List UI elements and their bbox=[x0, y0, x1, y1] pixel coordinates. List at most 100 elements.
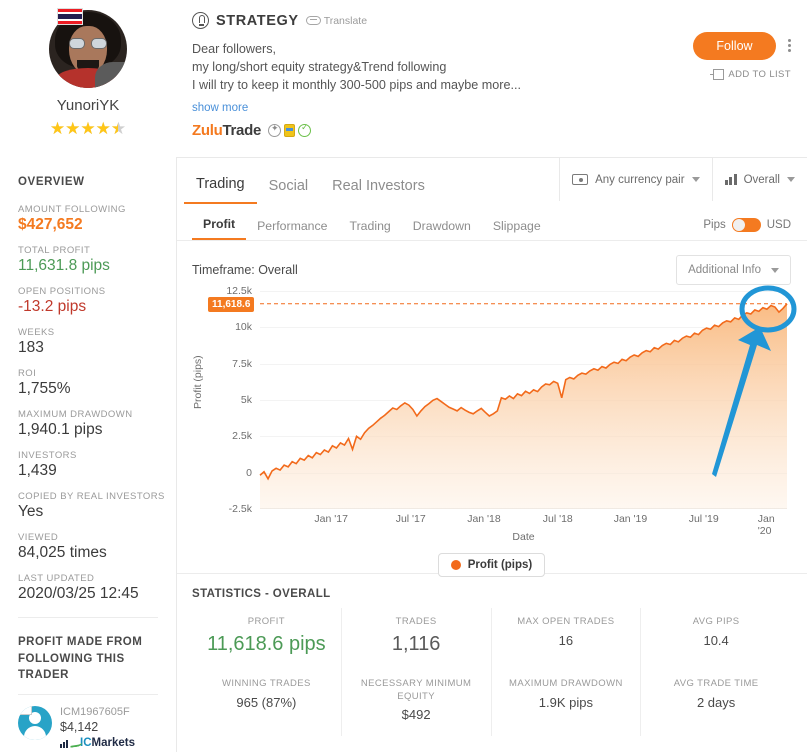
investor-row[interactable]: ICM1967605F $4,142 ICMarkets bbox=[18, 706, 176, 749]
pips-usd-toggle[interactable]: Pips USD bbox=[703, 218, 791, 232]
subtab-profit[interactable]: Profit bbox=[192, 217, 247, 240]
stat-cell-max-open-trades: MAX OPEN TRADES 16 bbox=[492, 608, 642, 670]
stat-cell-winning-trades: WINNING TRADES 965 (87%) bbox=[192, 669, 342, 737]
show-more-link[interactable]: show more bbox=[192, 102, 807, 114]
stat-cell-value: 11,618.6 pips bbox=[207, 632, 326, 655]
badge-group bbox=[268, 122, 311, 137]
chart-peak-badge: 11,618.6 bbox=[208, 296, 255, 312]
chevron-down-icon bbox=[771, 267, 779, 273]
stat-label: VIEWED bbox=[18, 532, 59, 543]
stat-maximum-drawdown: MAXIMUM DRAWDOWN 1,940.1 pips bbox=[18, 409, 176, 439]
subtab-slippage[interactable]: Slippage bbox=[482, 219, 552, 240]
tab-social[interactable]: Social bbox=[257, 178, 321, 204]
stat-label: TOTAL PROFIT bbox=[18, 245, 91, 256]
sidebar-divider bbox=[18, 617, 158, 618]
stat-cell-avg-trade-time: AVG TRADE TIME 2 days bbox=[641, 670, 791, 737]
currency-pair-label: Any currency pair bbox=[595, 173, 685, 186]
stat-label: LAST UPDATED bbox=[18, 573, 95, 584]
chart-y-tick: 2.5k bbox=[232, 430, 252, 443]
stat-cell-key: NECESSARY MINIMUM EQUITY bbox=[360, 677, 472, 702]
stat-cell-value: 10.4 bbox=[703, 632, 729, 648]
more-options-icon[interactable] bbox=[788, 37, 791, 54]
add-to-list-button[interactable]: ADD TO LIST bbox=[693, 69, 791, 80]
star-rating-fill: ★★★★★ bbox=[49, 120, 119, 137]
chart-x-tick: Jul '17 bbox=[395, 513, 426, 525]
translate-icon bbox=[305, 16, 321, 25]
column-divider bbox=[176, 158, 177, 752]
stat-cell-value: 965 (87%) bbox=[236, 694, 297, 710]
add-to-list-icon bbox=[710, 69, 725, 80]
stat-roi: ROI 1,755% bbox=[18, 368, 176, 398]
profit-chart: Profit (pips) -2.5k 0 2.5k 5k 7.5k 10k 12.5k 1… bbox=[192, 285, 791, 577]
stat-cell-key: MAX OPEN TRADES bbox=[517, 616, 615, 627]
chart-x-tick: Jan '19 bbox=[613, 513, 648, 525]
investor-info: ICM1967605F $4,142 ICMarkets bbox=[60, 706, 135, 749]
usd-label: USD bbox=[766, 219, 791, 231]
statistics-grid: PROFIT 11,618.6 pips TRADES 1,116 MAX OP… bbox=[192, 608, 791, 737]
sub-tabs: Profit Performance Trading Drawdown Slip… bbox=[176, 204, 807, 241]
zulutrade-brand-row: ZuluTrade bbox=[192, 122, 807, 139]
page-root: YunoriYK ★★★★★ ★★★★★ OVERVIEW AMOUNT FOL… bbox=[0, 0, 807, 752]
stat-value: Yes bbox=[18, 503, 44, 520]
stat-label: AMOUNT FOLLOWING bbox=[18, 204, 126, 215]
stat-value: 84,025 times bbox=[18, 544, 107, 561]
chart-x-tick: Jan '17 bbox=[314, 513, 348, 525]
stat-total-profit: TOTAL PROFIT 11,631.8 pips bbox=[18, 245, 176, 275]
legend-item-profit[interactable]: Profit (pips) bbox=[437, 553, 546, 577]
stat-cell-value: 16 bbox=[558, 632, 574, 648]
star-rating: ★★★★★ ★★★★★ bbox=[50, 120, 126, 137]
pips-label: Pips bbox=[703, 219, 726, 231]
chart-y-tick: 12.5k bbox=[226, 285, 252, 297]
stat-label: ROI bbox=[18, 368, 37, 379]
chart-series-profit bbox=[260, 291, 787, 509]
stat-cell-trades: TRADES 1,116 bbox=[342, 608, 492, 670]
chart-toolbar: Timeframe: Overall Additional Info bbox=[192, 255, 791, 285]
translate-button[interactable]: Translate bbox=[305, 15, 367, 27]
overview-title: OVERVIEW bbox=[18, 176, 85, 188]
follow-button[interactable]: Follow bbox=[693, 32, 776, 60]
stat-label: COPIED BY REAL INVESTORS bbox=[18, 491, 165, 502]
period-select[interactable]: Overall bbox=[713, 158, 807, 201]
stat-value: 1,439 bbox=[18, 462, 57, 479]
medal-badge-icon bbox=[284, 123, 295, 137]
timeframe-label: Timeframe: Overall bbox=[192, 263, 298, 277]
stat-label: WEEKS bbox=[18, 327, 55, 338]
chart-y-tick: 5k bbox=[240, 394, 252, 406]
chart-y-tick: -2.5k bbox=[228, 503, 252, 515]
filter-selectors: Any currency pair Overall bbox=[559, 158, 807, 201]
additional-info-label: Additional Info bbox=[688, 264, 761, 276]
chevron-down-icon bbox=[691, 177, 700, 182]
chart-x-tick: Jul '19 bbox=[688, 513, 719, 525]
tab-trading[interactable]: Trading bbox=[184, 176, 257, 204]
stat-cell-value: 1.9K pips bbox=[538, 694, 593, 710]
stat-cell-avg-pips: AVG PIPS 10.4 bbox=[641, 608, 791, 670]
investor-id: ICM1967605F bbox=[60, 706, 130, 719]
unit-toggle-switch[interactable] bbox=[731, 218, 761, 232]
chart-x-axis-label: Date bbox=[512, 531, 535, 543]
stat-value: $427,652 bbox=[18, 216, 83, 233]
stat-label: INVESTORS bbox=[18, 450, 77, 461]
tab-real-investors[interactable]: Real Investors bbox=[320, 178, 437, 204]
username: YunoriYK bbox=[56, 97, 120, 114]
stat-cell-key: MAXIMUM DRAWDOWN bbox=[509, 677, 623, 689]
stat-value: 2020/03/25 12:45 bbox=[18, 585, 139, 602]
subtab-performance[interactable]: Performance bbox=[246, 219, 338, 240]
avatar[interactable] bbox=[49, 8, 127, 88]
additional-info-select[interactable]: Additional Info bbox=[676, 255, 791, 285]
stat-viewed: VIEWED 84,025 times bbox=[18, 532, 176, 562]
follow-area: Follow ADD TO LIST bbox=[693, 32, 791, 80]
strategy-header: STRATEGY Translate Dear followers, my lo… bbox=[176, 0, 807, 158]
chart-y-tick: 0 bbox=[246, 466, 252, 479]
stat-cell-key: TRADES bbox=[395, 616, 437, 627]
broker-bars-icon bbox=[60, 738, 68, 749]
currency-pair-select[interactable]: Any currency pair bbox=[560, 158, 713, 201]
stat-cell-key: AVG PIPS bbox=[692, 616, 740, 627]
subtab-trading[interactable]: Trading bbox=[339, 219, 402, 240]
subtab-drawdown[interactable]: Drawdown bbox=[402, 219, 482, 240]
broker-name: ICMarkets bbox=[80, 737, 135, 750]
stat-cell-necessary-minimum-equity: NECESSARY MINIMUM EQUITY $492 bbox=[342, 669, 492, 737]
lightbulb-icon bbox=[192, 12, 209, 29]
statistics-title: STATISTICS - OVERALL bbox=[192, 588, 331, 600]
stat-cell-value: $492 bbox=[401, 707, 431, 723]
stat-cell-key: PROFIT bbox=[247, 616, 285, 627]
